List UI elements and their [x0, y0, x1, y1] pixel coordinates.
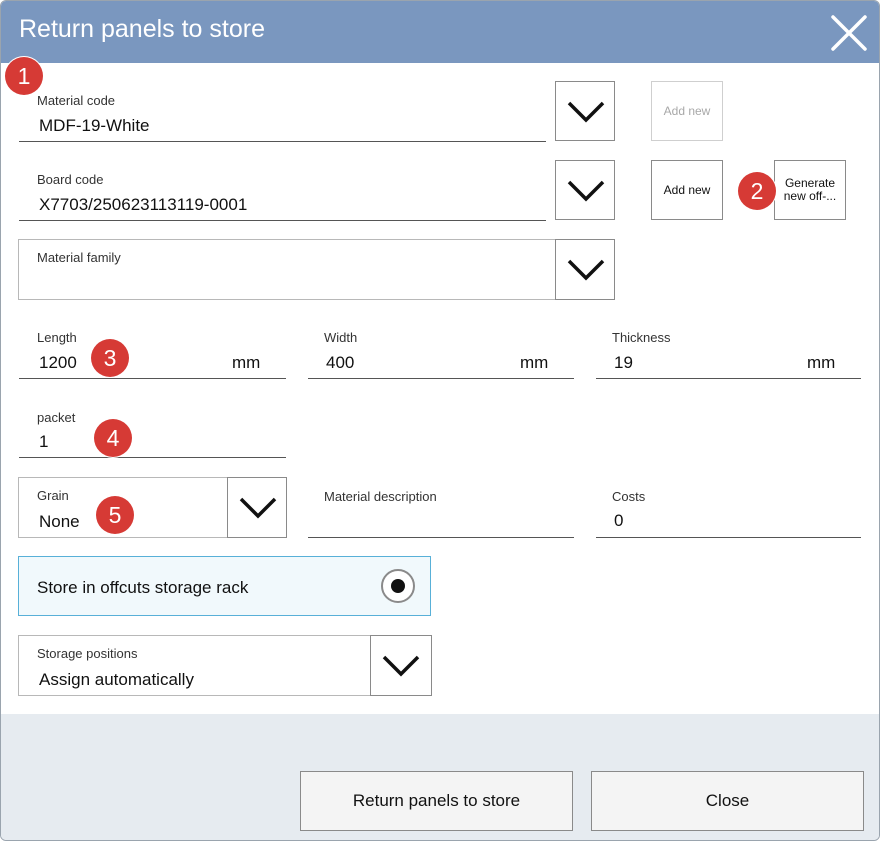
length-underline	[19, 378, 286, 379]
costs-label: Costs	[612, 489, 646, 504]
width-underline	[308, 378, 574, 379]
annotation-badge-3: 3	[91, 339, 129, 377]
store-offcuts-option[interactable]: Store in offcuts storage rack	[18, 556, 431, 616]
material-description-label: Material description	[324, 489, 437, 504]
board-code-underline	[19, 220, 546, 221]
board-code-label: Board code	[37, 172, 104, 187]
grain-label: Grain	[37, 488, 69, 503]
length-unit: mm	[232, 353, 261, 372]
radio-selected-dot	[391, 579, 405, 593]
material-code-label: Material code	[37, 93, 116, 108]
return-panels-dialog: Return panels to store Material code MDF…	[0, 0, 880, 841]
length-value[interactable]: 1200	[39, 353, 77, 373]
dialog-title: Return panels to store	[19, 15, 265, 43]
storage-positions-label: Storage positions	[37, 646, 138, 661]
board-code-add-new-button[interactable]: Add new	[651, 160, 723, 220]
annotation-badge-5: 5	[96, 496, 134, 534]
storage-positions-field[interactable]: Storage positions Assign automatically	[18, 635, 371, 696]
storage-positions-value: Assign automatically	[39, 670, 194, 689]
thickness-label: Thickness	[612, 330, 671, 345]
width-label: Width	[324, 330, 358, 345]
material-code-dropdown-button[interactable]	[555, 81, 615, 141]
material-family-label: Material family	[37, 250, 121, 265]
packet-label: packet	[37, 410, 76, 425]
material-family-dropdown-button[interactable]	[555, 239, 615, 300]
generate-button-line2: new off-...	[783, 189, 837, 203]
annotation-badge-1: 1	[5, 57, 43, 95]
thickness-underline	[596, 378, 861, 379]
board-code-value[interactable]: X7703/250623113119-0001	[39, 195, 247, 215]
material-code-value[interactable]: MDF-19-White	[39, 116, 150, 136]
store-offcuts-label: Store in offcuts storage rack	[37, 578, 249, 597]
costs-underline	[596, 537, 861, 538]
material-description-underline[interactable]	[308, 537, 574, 538]
close-button[interactable]: Close	[591, 771, 864, 831]
packet-underline	[19, 457, 286, 458]
title-bar: Return panels to store	[1, 1, 879, 63]
material-code-add-new-button[interactable]: Add new	[651, 81, 723, 141]
chevron-down-icon	[239, 497, 277, 519]
thickness-value[interactable]: 19	[614, 353, 633, 373]
thickness-unit: mm	[807, 353, 836, 372]
grain-dropdown-button[interactable]	[227, 477, 287, 538]
grain-value: None	[39, 512, 80, 531]
costs-value[interactable]: 0	[614, 511, 623, 531]
storage-positions-dropdown-button[interactable]	[370, 635, 432, 696]
width-value[interactable]: 400	[326, 353, 354, 373]
close-icon[interactable]	[829, 13, 869, 53]
annotation-badge-2: 2	[738, 172, 776, 210]
return-panels-button[interactable]: Return panels to store	[300, 771, 573, 831]
store-offcuts-radio[interactable]	[381, 569, 415, 603]
length-label: Length	[37, 330, 77, 345]
material-code-underline	[19, 141, 546, 142]
material-family-field[interactable]: Material family	[18, 239, 556, 300]
packet-value[interactable]: 1	[39, 432, 48, 452]
width-unit: mm	[520, 353, 549, 372]
chevron-down-icon	[382, 655, 420, 677]
chevron-down-icon	[567, 259, 605, 281]
annotation-badge-4: 4	[94, 419, 132, 457]
generate-new-offcut-button[interactable]: Generate new off-...	[774, 160, 846, 220]
chevron-down-icon	[567, 180, 605, 202]
chevron-down-icon	[567, 101, 605, 123]
board-code-dropdown-button[interactable]	[555, 160, 615, 220]
